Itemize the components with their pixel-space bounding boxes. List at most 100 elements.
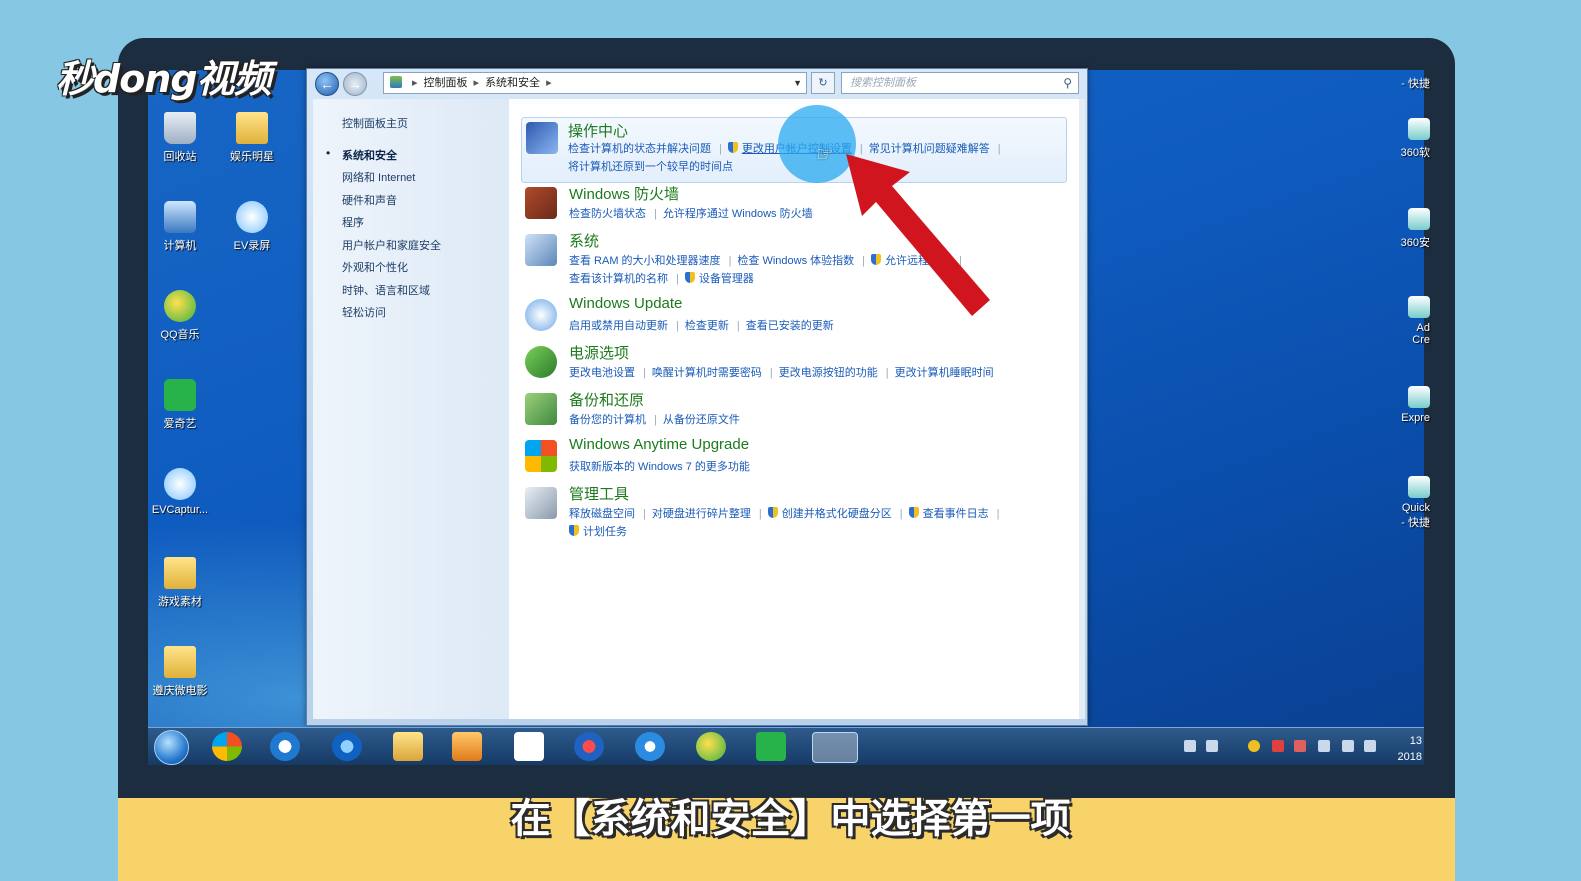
360-icon[interactable]: [212, 732, 242, 761]
forward-button[interactable]: →: [343, 72, 367, 96]
search-input[interactable]: 搜索控制面板 ⚲: [841, 72, 1079, 94]
uac-shield-icon: [727, 142, 738, 153]
desktop-icon-computer[interactable]: 计算机: [145, 201, 215, 253]
link-computer-name[interactable]: 查看该计算机的名称: [569, 273, 668, 285]
desktop-icon-label: QQ音乐: [160, 329, 200, 341]
volume-icon[interactable]: [1364, 740, 1376, 752]
desktop-icon-recycle-bin[interactable]: 回收站: [145, 112, 215, 164]
tray-expand-icon[interactable]: [1206, 740, 1218, 752]
video-player-icon[interactable]: [574, 732, 604, 761]
desktop-icon-game-folder[interactable]: 游戏素材: [145, 557, 215, 609]
desktop-icon-adobe[interactable]: Ad Cre: [1390, 296, 1430, 346]
link-experience-index[interactable]: 检查 Windows 体验指数: [737, 255, 854, 267]
category-title[interactable]: 操作中心: [568, 120, 628, 141]
sidebar-item-network[interactable]: 网络和 Internet: [342, 169, 415, 185]
link-wake-password[interactable]: 唤醒计算机时需要密码: [652, 367, 762, 379]
back-button[interactable]: ←: [315, 72, 339, 96]
desktop-icon-movie-folder[interactable]: 遵庆微电影: [145, 646, 215, 698]
search-icon[interactable]: ⚲: [1063, 73, 1072, 93]
scrollbar[interactable]: [1079, 99, 1085, 719]
desktop-icon-ev-record[interactable]: EV录屏: [217, 201, 287, 253]
qq-music-icon[interactable]: [696, 732, 726, 761]
breadcrumb-chevron-icon: ▸: [473, 77, 480, 89]
search-placeholder: 搜索控制面板: [850, 77, 916, 89]
360-tray-icon[interactable]: [1248, 740, 1260, 752]
link-check-status[interactable]: 检查计算机的状态并解决问题: [568, 143, 711, 155]
link-auto-update[interactable]: 启用或禁用自动更新: [569, 320, 668, 332]
category-title[interactable]: 电源选项: [569, 342, 629, 363]
media-player-icon[interactable]: [452, 732, 482, 761]
link-restore-files[interactable]: 从备份还原文件: [663, 414, 740, 426]
address-bar[interactable]: ▸ 控制面板 ▸ 系统和安全 ▸ ▼: [383, 72, 807, 94]
control-panel-icon[interactable]: [812, 732, 858, 763]
link-disk-cleanup[interactable]: 释放磁盘空间: [569, 508, 635, 520]
selected-bullet-icon: •: [326, 146, 331, 160]
clipboard-icon[interactable]: [1318, 740, 1330, 752]
explorer-icon[interactable]: [393, 732, 423, 761]
link-installed-updates[interactable]: 查看已安装的更新: [746, 320, 834, 332]
desktop-icon-label: 360安: [1400, 237, 1430, 249]
category-title[interactable]: 备份和还原: [569, 389, 644, 410]
desktop-icon-360-software[interactable]: 360软: [1390, 118, 1430, 160]
sidebar-item-home[interactable]: 控制面板主页: [342, 115, 408, 131]
iqiyi-icon[interactable]: [756, 732, 786, 761]
start-orb-icon[interactable]: [154, 730, 189, 765]
link-get-new-version[interactable]: 获取新版本的 Windows 7 的更多功能: [569, 461, 750, 473]
link-defrag[interactable]: 对硬盘进行碎片整理: [652, 508, 751, 520]
security-icon[interactable]: [1294, 740, 1306, 752]
link-event-log[interactable]: 查看事件日志: [923, 508, 989, 520]
desktop-icon-folder-stars[interactable]: 娱乐明星: [217, 112, 287, 164]
category-backup-restore[interactable]: 备份和还原 备份您的计算机 | 从备份还原文件: [509, 389, 1069, 433]
category-power-options[interactable]: 电源选项 更改电池设置 | 唤醒计算机时需要密码 | 更改电源按钮的功能 | 更改计算机睡眠…: [509, 342, 1069, 386]
category-admin-tools[interactable]: 管理工具 释放磁盘空间 | 对硬盘进行碎片整理 | 创建并格式化硬盘分区 | 查看事件日志 |…: [509, 483, 1069, 543]
chevron-down-icon[interactable]: ▼: [793, 73, 802, 93]
ie-blue-icon[interactable]: [270, 732, 300, 761]
category-title[interactable]: 系统: [569, 230, 599, 251]
sidebar-item-programs[interactable]: 程序: [342, 214, 364, 230]
link-partition[interactable]: 创建并格式化硬盘分区: [782, 508, 892, 520]
sidebar-item-appearance[interactable]: 外观和个性化: [342, 259, 408, 275]
desktop-icon-quick[interactable]: Quick - 快捷: [1390, 476, 1430, 530]
category-title[interactable]: Windows Update: [569, 295, 682, 312]
desktop-icon-qq-music[interactable]: QQ音乐: [145, 290, 215, 342]
link-device-manager[interactable]: 设备管理器: [699, 273, 754, 285]
breadcrumb-control-panel[interactable]: 控制面板: [424, 77, 468, 89]
ie-icon[interactable]: [332, 732, 362, 761]
breadcrumb-system-security[interactable]: 系统和安全: [485, 77, 540, 89]
link-power-button[interactable]: 更改电源按钮的功能: [779, 367, 878, 379]
flag-icon[interactable]: [1272, 740, 1284, 752]
sidebar-item-system-security[interactable]: 系统和安全: [342, 147, 397, 163]
category-title[interactable]: Windows Anytime Upgrade: [569, 436, 749, 453]
sidebar-item-ease-of-access[interactable]: 轻松访问: [342, 304, 386, 320]
category-anytime-upgrade[interactable]: Windows Anytime Upgrade 获取新版本的 Windows 7…: [509, 436, 1069, 480]
desktop-icon-shortcut[interactable]: - 快捷: [1390, 75, 1430, 91]
link-ram-speed[interactable]: 查看 RAM 的大小和处理器速度: [569, 255, 721, 267]
link-backup-computer[interactable]: 备份您的计算机: [569, 414, 646, 426]
sidebar-item-clock-region[interactable]: 时钟、语言和区域: [342, 282, 430, 298]
desktop-icon-ev-capture[interactable]: EVCaptur...: [145, 468, 215, 516]
link-firewall-status[interactable]: 检查防火墙状态: [569, 208, 646, 220]
desktop-icon-express[interactable]: Expre: [1390, 386, 1430, 424]
baidu-netdisk-icon[interactable]: [514, 732, 544, 761]
network-signal-icon[interactable]: [1342, 740, 1354, 752]
link-check-updates[interactable]: 检查更新: [685, 320, 729, 332]
sidebar-item-hardware[interactable]: 硬件和声音: [342, 192, 397, 208]
taskbar-clock[interactable]: 13 2018: [1390, 733, 1422, 765]
link-allow-program[interactable]: 允许程序通过 Windows 防火墙: [663, 208, 813, 220]
desktop-icon-iqiyi[interactable]: 爱奇艺: [145, 379, 215, 431]
category-title[interactable]: 管理工具: [569, 483, 629, 504]
link-battery-settings[interactable]: 更改电池设置: [569, 367, 635, 379]
sidebar-item-user-accounts[interactable]: 用户帐户和家庭安全: [342, 237, 441, 253]
link-sleep-time[interactable]: 更改计算机睡眠时间: [895, 367, 994, 379]
system-icon: [525, 234, 557, 266]
link-restore[interactable]: 将计算机还原到一个较早的时间点: [568, 161, 733, 173]
red-pointer-arrow-icon: [846, 154, 990, 316]
desktop-icon-360-safe[interactable]: 360安: [1390, 208, 1430, 250]
desktop-icon-label: Expre: [1401, 412, 1430, 424]
cloud-icon[interactable]: [635, 732, 665, 761]
uac-shield-icon: [684, 272, 695, 283]
category-title[interactable]: Windows 防火墙: [569, 183, 679, 204]
keyboard-icon[interactable]: [1184, 740, 1196, 752]
refresh-button[interactable]: ↻: [811, 72, 835, 94]
link-scheduled-tasks[interactable]: 计划任务: [583, 526, 627, 538]
